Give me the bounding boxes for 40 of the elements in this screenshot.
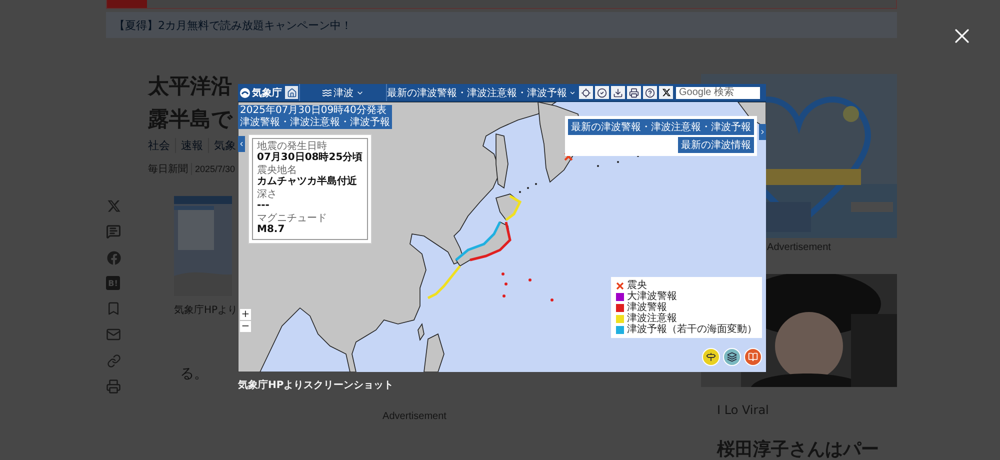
collapse-left-button[interactable] bbox=[238, 136, 245, 152]
download-button[interactable] bbox=[611, 86, 625, 99]
chevron-left-icon bbox=[238, 140, 245, 148]
field-label: 地震の発生日時 bbox=[257, 141, 327, 152]
x-share-button[interactable] bbox=[659, 86, 673, 99]
search-field[interactable]: Google 検索 bbox=[676, 86, 760, 98]
issued-text: 津波警報・津波注意報・津波予報 bbox=[240, 117, 390, 129]
zoom-out-button[interactable]: − bbox=[240, 321, 251, 332]
field-value: 07月30日08時25分頃 bbox=[257, 152, 363, 164]
legend-label: 津波予報（若干の海面変動） bbox=[627, 324, 757, 335]
field-label: マグニチュード bbox=[257, 213, 328, 224]
check-button[interactable] bbox=[595, 86, 609, 99]
agency-name: 気象庁 bbox=[252, 86, 282, 100]
legend-label: 津波警報 bbox=[627, 302, 667, 313]
issued-text: 2025年07月30日09時40分発表 bbox=[240, 105, 388, 116]
waves-icon bbox=[322, 88, 332, 98]
info-link-button[interactable]: 最新の津波情報 bbox=[678, 137, 754, 153]
legend-label: 津波注意報 bbox=[627, 313, 677, 324]
field-label: 震央地名 bbox=[257, 165, 298, 176]
field-value: --- bbox=[257, 200, 270, 212]
layers-icon bbox=[727, 352, 737, 362]
help-button[interactable] bbox=[643, 86, 657, 99]
field-label: 深さ bbox=[257, 189, 278, 200]
info-link-button[interactable]: 最新の津波警報・津波注意報・津波予報 bbox=[568, 119, 754, 135]
latest-info-menu[interactable]: 最新の津波警報・津波注意報・津波予報 bbox=[386, 84, 576, 101]
signpost-icon bbox=[706, 352, 716, 362]
collapse-right-button[interactable] bbox=[759, 124, 766, 140]
zoom-in-button[interactable]: + bbox=[240, 309, 251, 320]
field-value: M8.7 bbox=[257, 224, 286, 236]
field-value: カムチャツカ半島付近 bbox=[257, 176, 358, 188]
legend-label: 震央 bbox=[627, 280, 647, 291]
image-caption: 気象庁HPよりスクリーンショット bbox=[238, 378, 395, 392]
book-icon bbox=[748, 352, 758, 362]
chevron-right-icon bbox=[759, 128, 766, 136]
home-button[interactable] bbox=[285, 86, 298, 99]
legend-label: 大津波警報 bbox=[627, 291, 677, 302]
cross-icon bbox=[564, 152, 573, 161]
locate-button[interactable] bbox=[579, 86, 593, 99]
print-button[interactable] bbox=[627, 86, 641, 99]
tsunami-menu[interactable]: 津波 bbox=[299, 84, 385, 101]
